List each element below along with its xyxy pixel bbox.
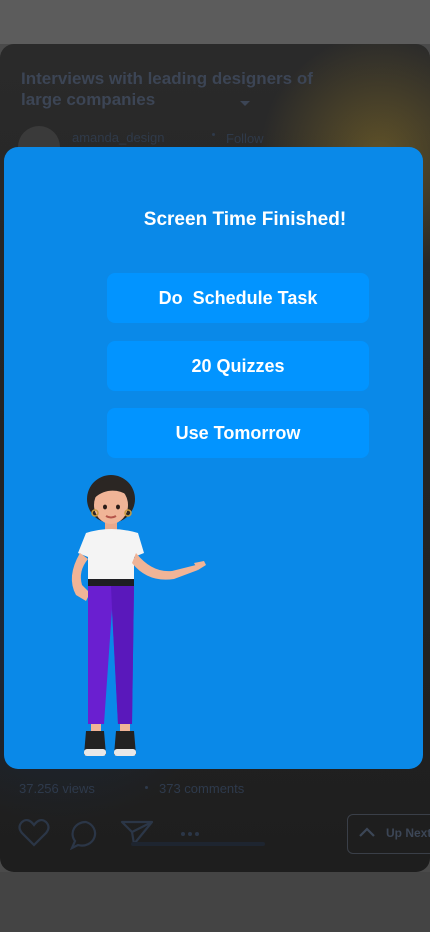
status-bar-area (0, 0, 430, 44)
heart-icon[interactable] (18, 818, 50, 848)
comment-icon[interactable] (70, 820, 102, 850)
follow-button[interactable]: Follow (226, 131, 264, 146)
separator-dot (145, 786, 148, 789)
quizzes-button[interactable]: 20 Quizzes (107, 341, 369, 391)
separator-dot (212, 133, 215, 136)
up-next-button[interactable]: Up Next (347, 814, 430, 854)
views-count: 37.256 views (19, 781, 95, 796)
post-title: Interviews with leading designers of lar… (21, 69, 313, 109)
chevron-up-icon (359, 827, 375, 837)
modal-title: Screen Time Finished! (143, 209, 347, 230)
bottom-area (0, 872, 430, 932)
author-name[interactable]: amanda_design (72, 130, 165, 145)
home-indicator[interactable] (131, 842, 265, 846)
screen-time-modal: Screen Time Finished! Do Schedule Task 2… (4, 147, 423, 769)
chevron-down-icon[interactable] (240, 101, 250, 106)
more-icon[interactable] (180, 831, 200, 837)
comments-count[interactable]: 373 comments (159, 781, 244, 796)
up-next-label: Up Next (386, 826, 430, 840)
schedule-task-button[interactable]: Do Schedule Task (107, 273, 369, 323)
character-illustration (71, 475, 206, 756)
use-tomorrow-button[interactable]: Use Tomorrow (107, 408, 369, 458)
